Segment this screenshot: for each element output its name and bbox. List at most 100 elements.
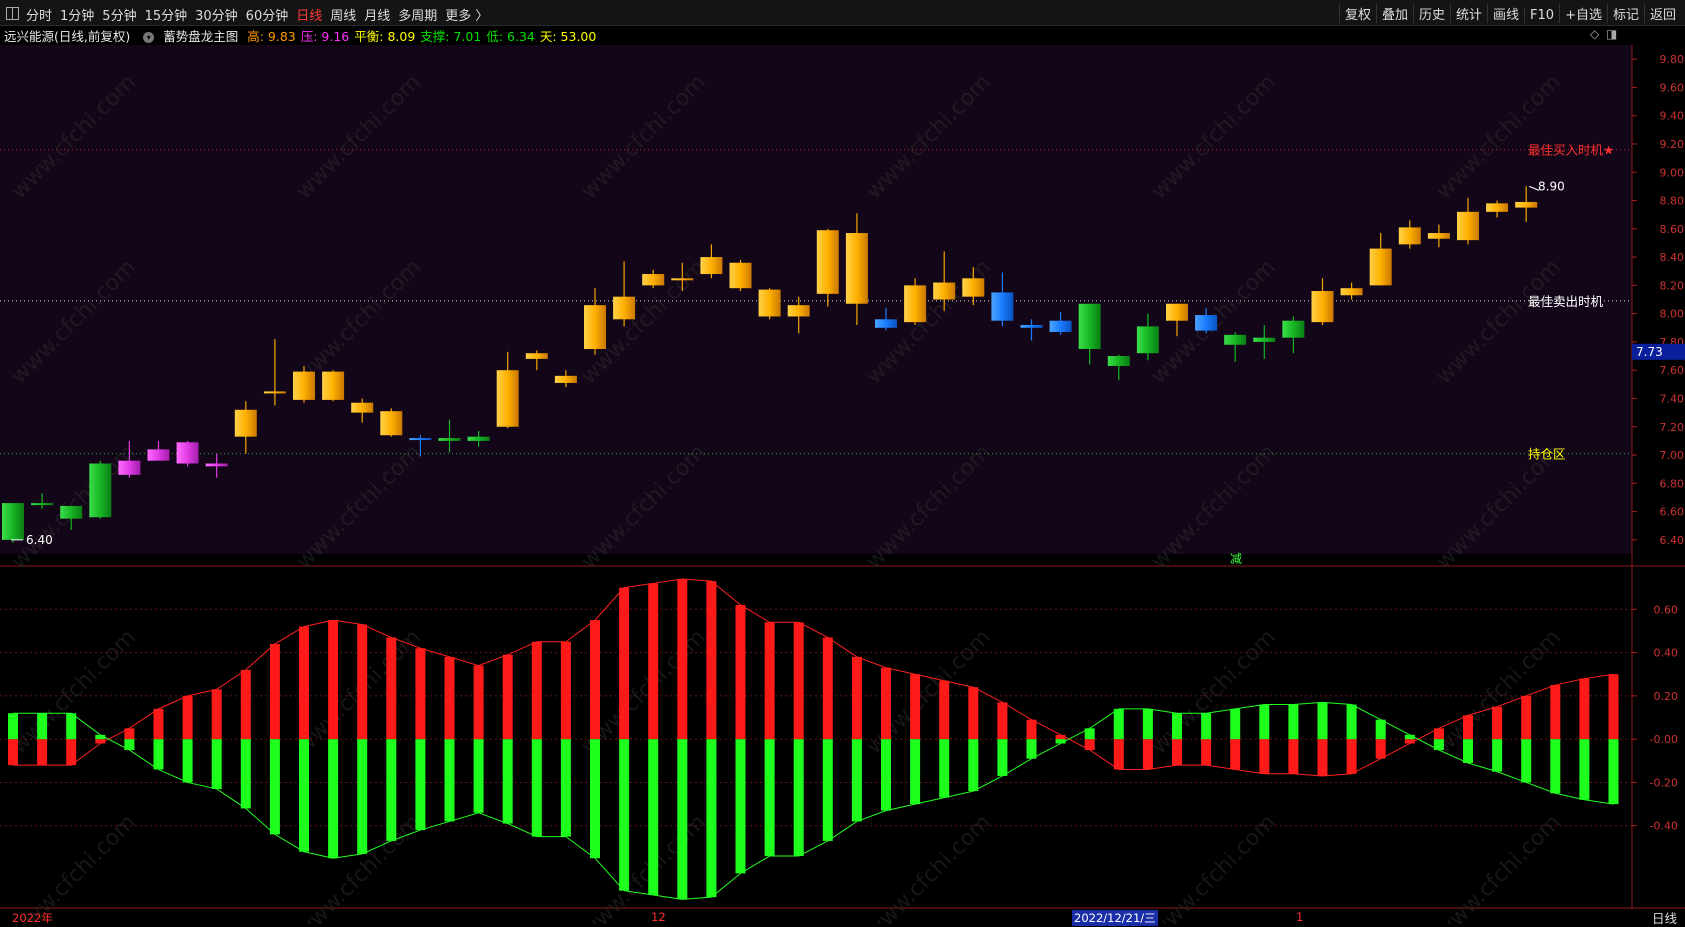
- watermark-text: www.cfchi.com: [7, 440, 141, 574]
- sub-y-tick-label: -0.00: [1650, 733, 1678, 746]
- y-tick-label: 7.00: [1660, 449, 1685, 462]
- buy-label: 最佳买入时机★: [1528, 143, 1614, 158]
- main-info-bar: 远兴能源(日线,前复权) ▾ 蓄势盘龙主图 高: 9.83 压: 9.16 平衡: …: [0, 26, 1630, 44]
- period-tab-1[interactable]: 1分钟: [60, 9, 94, 24]
- main-stat-2: 平衡: 8.09: [354, 29, 416, 44]
- candle-body: [787, 305, 810, 317]
- bear-bar: [1608, 739, 1619, 805]
- bear-bar: [1230, 708, 1241, 740]
- main-indicator-name[interactable]: 蓄势盘龙主图: [163, 29, 238, 44]
- bull-bar: [1375, 739, 1386, 759]
- layout-grid-icon[interactable]: [6, 7, 19, 20]
- candle-body: [263, 391, 286, 394]
- period-tab-6[interactable]: 日线: [296, 9, 322, 24]
- y-tick-label: 7.40: [1660, 392, 1685, 405]
- sub-indicator-name[interactable]: 蓄势控盘: [24, 570, 74, 585]
- sub-stats: 多方控盘: 0.30 空方控盘: -0.30: [83, 570, 270, 585]
- period-tab-7[interactable]: 周线: [330, 9, 356, 24]
- tool-button-1[interactable]: 叠加: [1375, 4, 1413, 23]
- hold-label: 持仓区: [1528, 447, 1566, 462]
- candle-body: [1427, 233, 1450, 239]
- watermark-text: www.cfchi.com: [292, 625, 426, 759]
- tool-button-4[interactable]: 画线: [1487, 4, 1524, 23]
- main-stat-4: 低: 6.34: [486, 29, 535, 44]
- bear-bar: [1579, 739, 1590, 800]
- bull-bar: [735, 604, 746, 740]
- bull-bar: [240, 669, 251, 740]
- watermark-text: www.cfchi.com: [292, 440, 426, 574]
- watermark-text: www.cfchi.com: [7, 810, 141, 924]
- bull-bar: [473, 665, 484, 740]
- bull-bar: [531, 641, 542, 740]
- candle-body: [2, 503, 24, 540]
- bear-bar: [1142, 708, 1153, 740]
- bull-bar: [1608, 674, 1619, 740]
- bottom-marker: 减: [1230, 552, 1242, 566]
- bear-bar: [1201, 713, 1212, 740]
- diamond-icon[interactable]: ◇: [1590, 27, 1599, 41]
- tool-button-6[interactable]: +自选: [1559, 4, 1607, 23]
- tool-button-7[interactable]: 标记: [1606, 4, 1644, 23]
- bull-bar: [269, 643, 280, 740]
- bear-bar: [910, 739, 921, 805]
- period-tab-4[interactable]: 30分钟: [195, 9, 238, 24]
- bear-bar: [764, 739, 775, 857]
- main-stat-0: 高: 9.83: [247, 29, 296, 44]
- bull-bar: [1026, 719, 1037, 740]
- candle-body: [1282, 320, 1305, 338]
- candle-body: [60, 505, 83, 519]
- candle-body: [438, 438, 461, 441]
- watermark-text: www.cfchi.com: [577, 810, 711, 924]
- bear-bar: [881, 739, 891, 811]
- period-tab-2[interactable]: 5分钟: [102, 9, 136, 24]
- bull-bar: [444, 656, 455, 740]
- period-tab-day[interactable]: 日线: [1652, 908, 1677, 927]
- bull-bar: [1579, 678, 1590, 740]
- bear-bar: [1521, 739, 1532, 783]
- period-tab-0[interactable]: 分时: [26, 9, 52, 24]
- period-tab-8[interactable]: 月线: [364, 9, 390, 24]
- tool-button-5[interactable]: F10: [1524, 8, 1559, 23]
- candle-body: [322, 371, 345, 400]
- bull-bar: [1463, 715, 1473, 740]
- bear-bar: [240, 739, 251, 809]
- y-tick-label: 7.80: [1660, 336, 1685, 349]
- candle-body: [845, 233, 868, 304]
- tool-button-0[interactable]: 复权: [1338, 4, 1376, 23]
- panel-toggle-icon[interactable]: ◨: [1606, 27, 1617, 41]
- bear-bar: [851, 739, 862, 822]
- candle-body: [409, 438, 432, 441]
- bear-bar: [1055, 739, 1066, 744]
- candle-body: [1457, 211, 1479, 241]
- watermark-text: www.cfchi.com: [1432, 810, 1566, 924]
- period-tab-9[interactable]: 多周期: [398, 9, 437, 24]
- period-tab-3[interactable]: 15分钟: [145, 9, 188, 24]
- candle-body: [962, 278, 985, 297]
- chevron-down-icon[interactable]: ▾: [4, 573, 15, 584]
- period-toolbar: 分时 1分钟 5分钟 15分钟 30分钟 60分钟 日线 周线 月线 多周期 更多 〉 复权 叠加 历史…: [0, 0, 1685, 26]
- candle-body: [1398, 227, 1421, 245]
- stock-chart[interactable]: www.cfchi.com www.cfchi.com www.cfchi.com w…: [0, 0, 1685, 924]
- y-tick-label: 9.60: [1660, 81, 1685, 94]
- candle-body: [1224, 334, 1247, 345]
- period-tab-5[interactable]: 60分钟: [246, 9, 289, 24]
- candle-body: [293, 371, 315, 400]
- period-tab-10[interactable]: 更多 〉: [445, 9, 488, 24]
- bull-bar: [968, 687, 979, 740]
- tool-button-3[interactable]: 统计: [1450, 4, 1487, 23]
- bull-bar: [66, 739, 77, 766]
- stock-title[interactable]: 远兴能源(日线,前复权): [4, 29, 130, 44]
- tool-button-2[interactable]: 历史: [1412, 4, 1450, 23]
- candle-body: [380, 411, 403, 436]
- candle-body: [525, 353, 548, 359]
- bear-bar: [1026, 739, 1037, 759]
- candle-body: [496, 370, 519, 427]
- bull-bar: [299, 626, 309, 740]
- bear-bar: [590, 739, 600, 859]
- bear-bar: [793, 739, 804, 857]
- tool-button-8[interactable]: 返回: [1643, 4, 1681, 23]
- watermark-text: www.cfchi.com: [1432, 625, 1566, 759]
- watermark-text: www.cfchi.com: [862, 625, 996, 759]
- chevron-down-icon[interactable]: ▾: [143, 32, 155, 43]
- y-tick-label: 6.80: [1660, 477, 1685, 490]
